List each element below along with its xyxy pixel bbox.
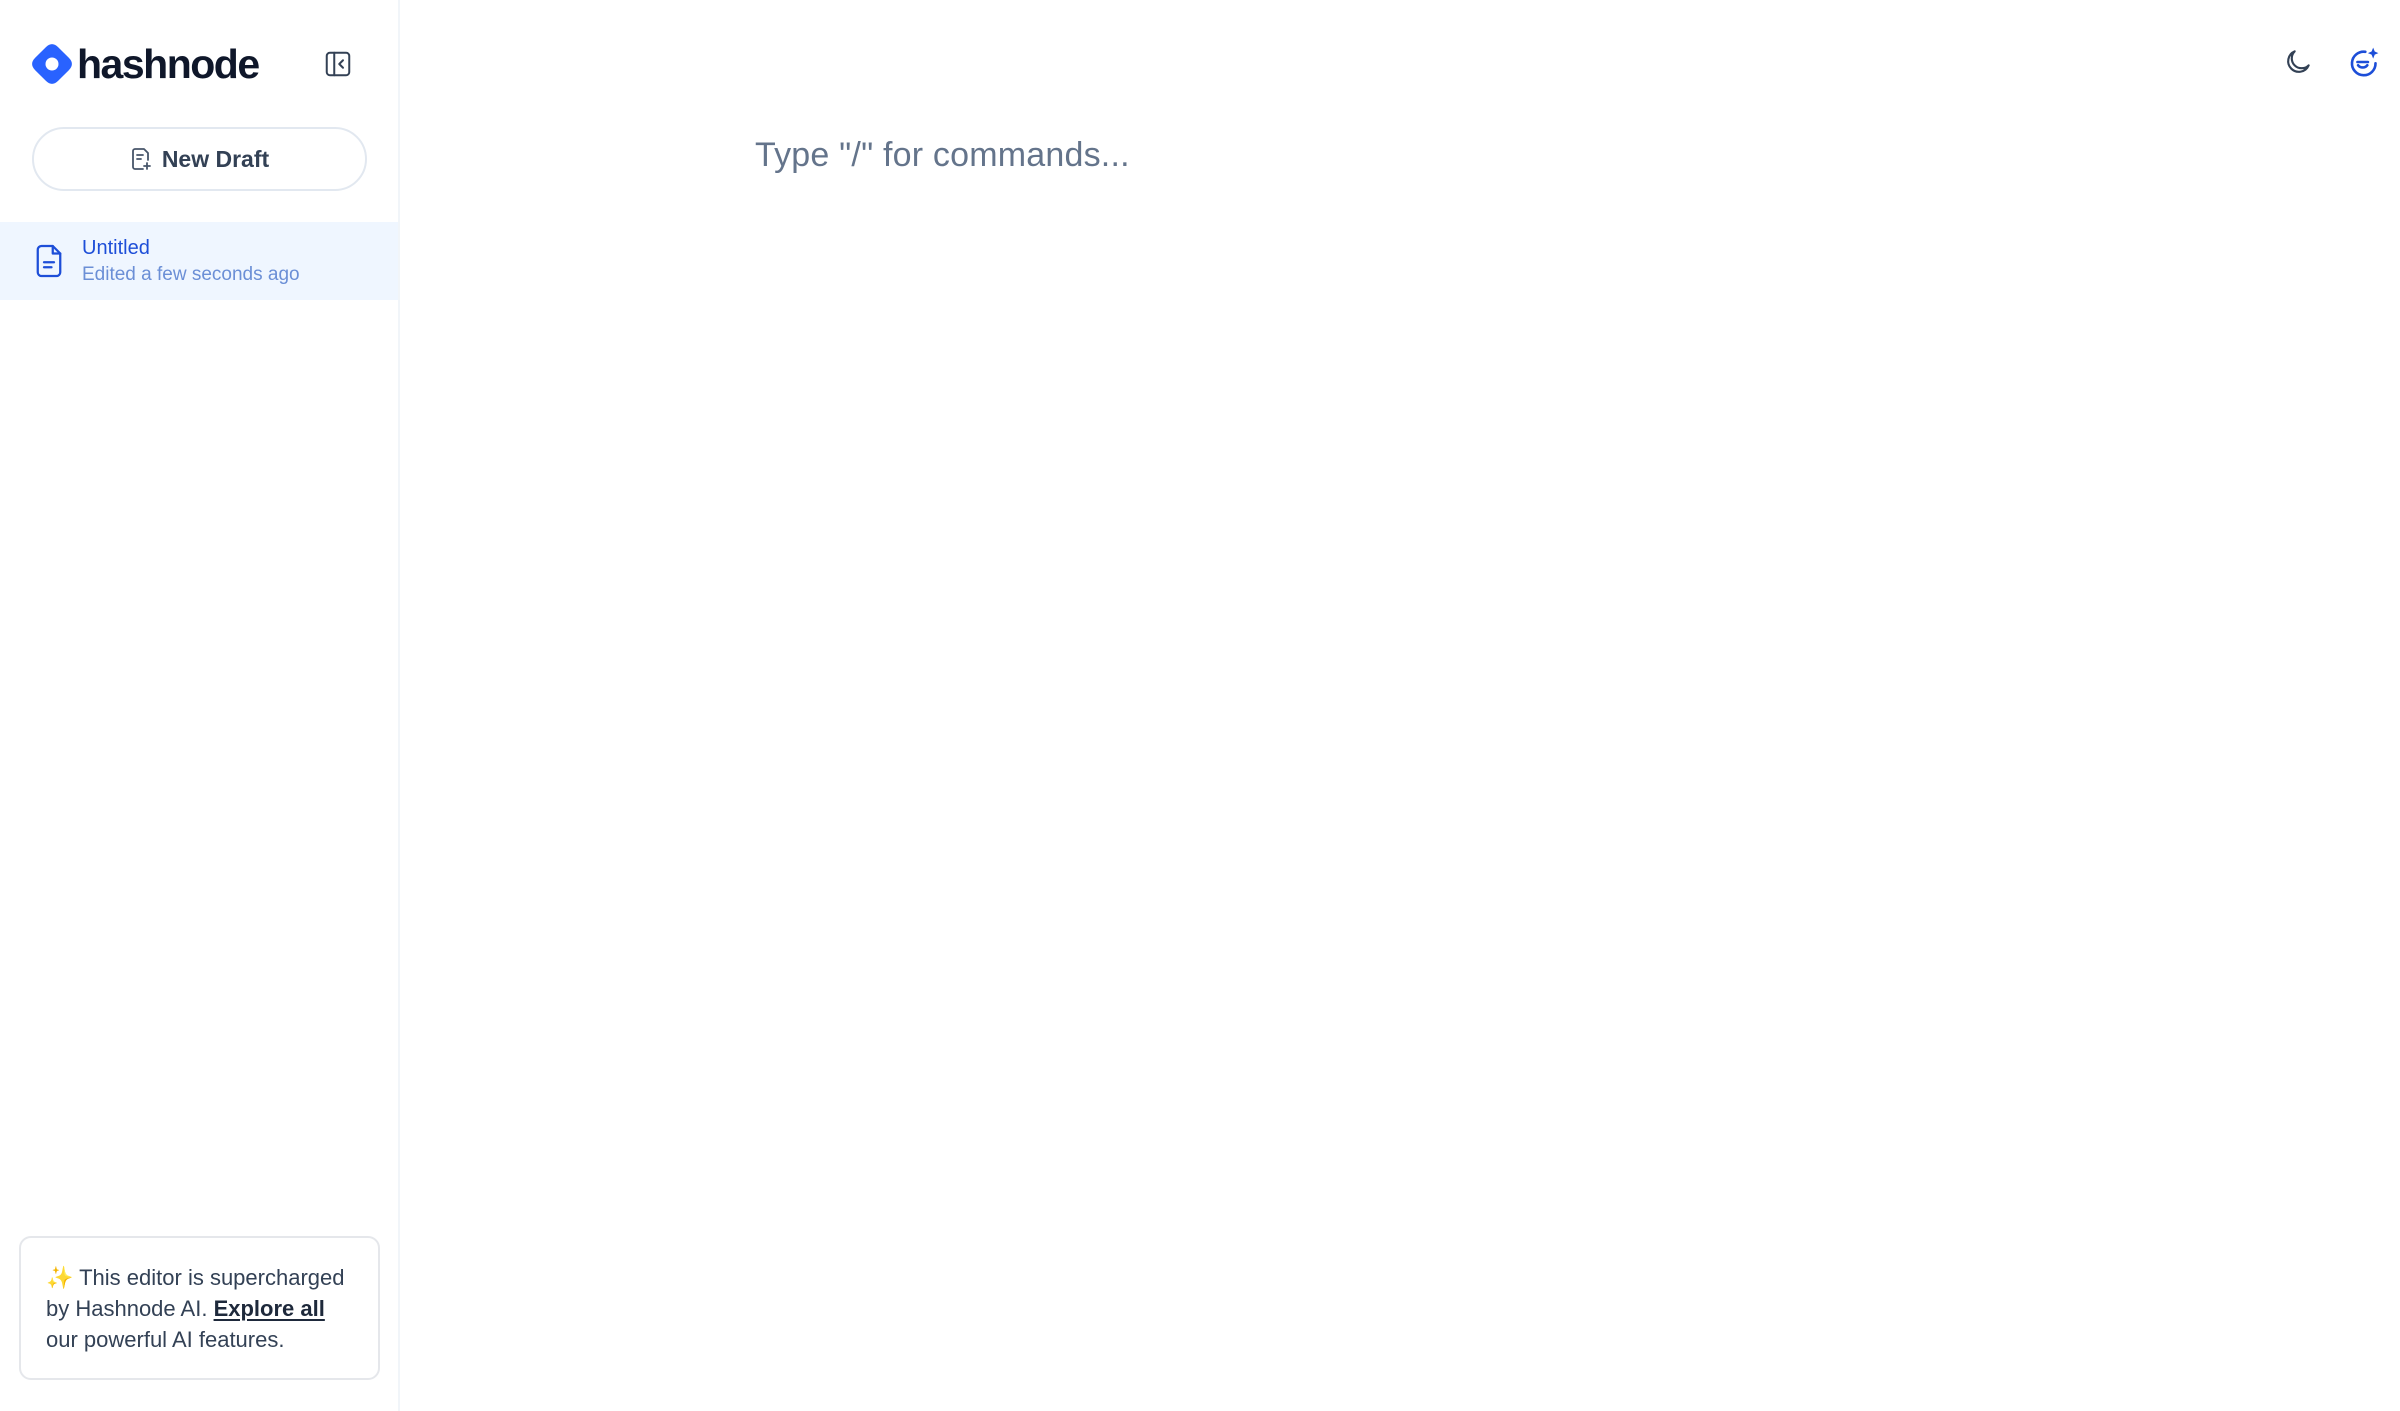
hashnode-logo-icon — [32, 44, 72, 84]
new-draft-label: New Draft — [161, 145, 270, 172]
ai-assistant-button[interactable] — [2346, 44, 2382, 80]
hashnode-logo[interactable]: hashnode — [31, 41, 260, 87]
new-draft-button[interactable]: New Draft — [32, 127, 367, 191]
explore-all-link[interactable]: Explore all — [214, 1296, 325, 1321]
theme-toggle-button[interactable] — [2280, 44, 2316, 80]
draft-list-item[interactable]: Untitled Edited a few seconds ago — [0, 222, 398, 300]
ai-promo-text: ✨ This editor is supercharged by Hashnod… — [46, 1262, 358, 1355]
sidebar-collapse-icon — [325, 51, 351, 77]
sidebar: hashnode New Draft Untitled Edited a few… — [0, 0, 400, 1411]
ai-promo-text-after: our powerful AI features. — [46, 1327, 285, 1352]
draft-title: Untitled — [82, 236, 150, 259]
app-root: hashnode New Draft Untitled Edited a few… — [0, 0, 2400, 1411]
topbar-actions — [2280, 44, 2382, 80]
ai-assistant-icon — [2350, 47, 2379, 77]
sparkle-icon: ✨ — [46, 1265, 74, 1290]
logo-wordmark: hashnode — [77, 41, 260, 87]
editor-placeholder[interactable]: Type "/" for commands... — [755, 134, 1130, 176]
collapse-sidebar-button[interactable] — [321, 47, 355, 81]
editor-area[interactable]: Type "/" for commands... — [400, 0, 2400, 1411]
document-icon — [36, 244, 62, 278]
ai-promo-card: ✨ This editor is supercharged by Hashnod… — [19, 1236, 380, 1380]
draft-edited-time: Edited a few seconds ago — [82, 263, 300, 285]
new-draft-icon — [131, 148, 151, 170]
draft-texts: Untitled Edited a few seconds ago — [82, 237, 300, 286]
moon-icon — [2287, 50, 2310, 73]
